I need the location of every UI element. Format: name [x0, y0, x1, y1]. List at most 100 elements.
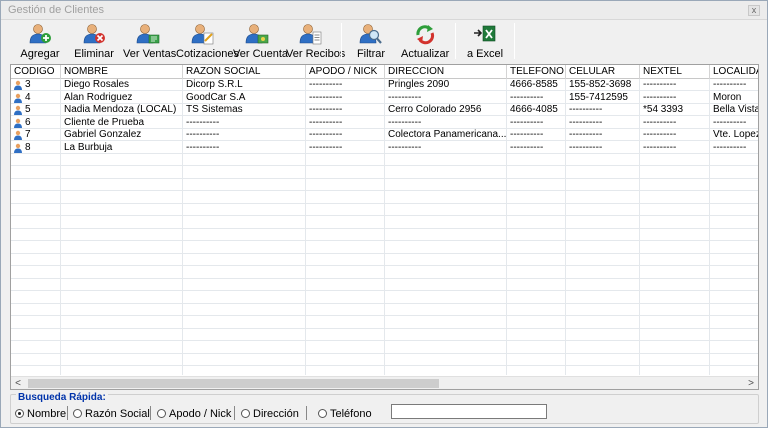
delete-label: Eliminar [74, 48, 114, 60]
cell-nextel: ---------- [643, 129, 677, 140]
quick-search-input[interactable] [391, 404, 547, 419]
delete-button[interactable]: Eliminar [71, 21, 117, 61]
cell-telefono: 4666-8585 [510, 79, 558, 90]
scroll-left-button[interactable]: < [11, 377, 25, 389]
empty-row [11, 354, 758, 366]
clients-grid[interactable]: CODIGO NOMBRE RAZON SOCIAL APODO / NICK … [10, 64, 759, 390]
filter-search-icon [359, 24, 382, 44]
cell-localidad: ---------- [713, 141, 747, 153]
cell-nombre: Cliente de Prueba [64, 116, 145, 128]
column-header-nextel[interactable]: NEXTEL [640, 65, 710, 79]
filter-label: Filtrar [356, 48, 386, 60]
refresh-icon [416, 25, 435, 45]
export-excel-button[interactable]: a Excel [464, 21, 506, 61]
filter-button[interactable]: Filtrar [351, 21, 391, 61]
quotes-label: Cotizaciones [176, 48, 239, 60]
radio-razon-social-circle[interactable] [73, 409, 82, 418]
column-header-direccion[interactable]: DIRECCION [385, 65, 507, 79]
empty-row [11, 179, 758, 191]
cell-telefono: ---------- [510, 116, 544, 128]
radio-apodo[interactable]: Apodo / Nick [157, 408, 231, 421]
toolbar-separator-2 [455, 23, 456, 59]
radio-direccion[interactable]: Dirección [241, 408, 299, 421]
title-bar[interactable]: Gestión de Clientes x [1, 1, 767, 20]
quotes-button[interactable]: Cotizaciones [176, 21, 239, 61]
view-account-label: Ver Cuenta [233, 48, 289, 60]
radio-razon-social-label: Razón Social [85, 408, 150, 420]
column-header-telefono[interactable]: TELEFONO [507, 65, 566, 79]
view-receipts-button[interactable]: Ver Recibos [286, 21, 345, 61]
close-button[interactable]: x [748, 5, 760, 16]
view-sales-button[interactable]: Ver Ventas [123, 21, 176, 61]
grid-header: CODIGO NOMBRE RAZON SOCIAL APODO / NICK … [11, 65, 758, 79]
column-header-celular[interactable]: CELULAR [566, 65, 640, 79]
column-header-nombre[interactable]: NOMBRE [61, 65, 183, 79]
cell-celular: ---------- [569, 129, 603, 140]
view-account-button[interactable]: Ver Cuenta [233, 21, 289, 61]
cell-telefono: ---------- [510, 91, 544, 103]
table-row[interactable]: 8 La Burbuja ---------- ---------- ---------… [11, 141, 758, 154]
user-account-icon [245, 24, 269, 44]
cell-celular: 155-7412595 [569, 91, 628, 103]
column-header-localidad[interactable]: LOCALIDA [710, 65, 758, 79]
cell-celular: ---------- [569, 104, 603, 115]
table-row[interactable]: 4 Alan Rodriguez GoodCar S.A ---------- ----… [11, 91, 758, 104]
radio-apodo-circle[interactable] [157, 409, 166, 418]
column-header-apodo[interactable]: APODO / NICK [306, 65, 385, 79]
radio-telefono[interactable]: Teléfono [318, 408, 372, 421]
toolbar-separator-3 [514, 23, 515, 59]
cell-nextel: ---------- [643, 79, 677, 90]
table-row[interactable]: 7 Gabriel Gonzalez ---------- ---------- Col… [11, 129, 758, 141]
cell-localidad: Moron [713, 91, 742, 103]
toolbar-separator [341, 23, 342, 59]
cell-codigo: 4 [25, 91, 31, 103]
table-row[interactable]: 3 Diego Rosales Dicorp S.R.L ---------- Prin… [11, 79, 758, 91]
cell-nombre: Diego Rosales [64, 79, 130, 90]
cell-localidad: ---------- [713, 79, 747, 90]
radio-separator [306, 406, 307, 420]
cell-nextel: ---------- [643, 91, 677, 103]
radio-separator [150, 406, 151, 420]
cell-apodo: ---------- [309, 104, 343, 115]
cell-apodo: ---------- [309, 79, 343, 90]
radio-telefono-circle[interactable] [318, 409, 327, 418]
scroll-right-button[interactable]: > [744, 377, 758, 389]
column-header-razon-social[interactable]: RAZON SOCIAL [183, 65, 306, 79]
cell-razon-social: ---------- [186, 129, 220, 140]
cell-nextel: ---------- [643, 141, 677, 153]
table-row[interactable]: 6 Cliente de Prueba ---------- ---------- --… [11, 116, 758, 129]
radio-direccion-label: Dirección [253, 408, 299, 420]
radio-nombre[interactable]: Nombre [15, 408, 66, 421]
empty-row [11, 217, 758, 229]
grid-body: 3 Diego Rosales Dicorp S.R.L ---------- Prin… [11, 79, 758, 375]
radio-nombre-circle[interactable] [15, 409, 24, 418]
empty-row [11, 317, 758, 329]
empty-row [11, 192, 758, 204]
column-header-codigo[interactable]: CODIGO [11, 65, 61, 79]
clientes-window: Gestión de Clientes x Agregar Eliminar V… [0, 0, 768, 428]
table-row[interactable]: 5 Nadia Mendoza (LOCAL) TS Sistemas -------… [11, 104, 758, 116]
user-delete-icon [83, 24, 105, 44]
cell-telefono: 4666-4085 [510, 104, 558, 115]
horizontal-scrollbar[interactable]: < > [11, 376, 758, 389]
cell-nextel: *54 3393 [643, 104, 684, 115]
add-button[interactable]: Agregar [15, 21, 65, 61]
empty-row [11, 229, 758, 241]
empty-row [11, 254, 758, 266]
cell-nombre: Nadia Mendoza (LOCAL) [64, 104, 177, 115]
radio-direccion-circle[interactable] [241, 409, 250, 418]
window-title: Gestión de Clientes [8, 4, 104, 16]
quick-search-legend: Busqueda Rápida: [16, 392, 108, 403]
radio-apodo-label: Apodo / Nick [169, 408, 232, 420]
cell-apodo: ---------- [309, 141, 343, 153]
refresh-button[interactable]: Actualizar [401, 21, 449, 61]
radio-separator [234, 406, 235, 420]
scroll-thumb[interactable] [28, 379, 439, 388]
cell-direccion: ---------- [388, 116, 422, 128]
radio-nombre-label: Nombre [27, 408, 67, 420]
cell-direccion: ---------- [388, 91, 422, 103]
empty-row [11, 204, 758, 216]
cell-apodo: ---------- [309, 116, 343, 128]
radio-razon-social[interactable]: Razón Social [73, 408, 150, 421]
cell-razon-social: TS Sistemas [186, 104, 243, 115]
